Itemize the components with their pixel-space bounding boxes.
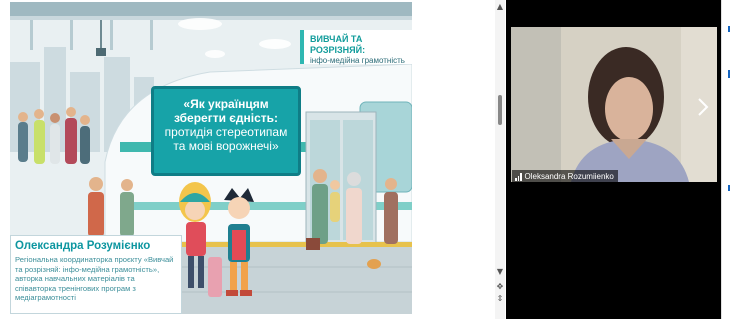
- shared-slide: ВИВЧАЙ ТА РОЗРІЗНЯЙ: інфо-медійна грамот…: [10, 2, 412, 314]
- title-line-1: «Як українцям: [183, 97, 269, 111]
- participant-name-tag: Oleksandra Rozumiienko: [512, 170, 618, 183]
- panel-splitter[interactable]: ▲ ▼ ✥ ⇕: [495, 0, 505, 319]
- scroll-up-icon[interactable]: ▲: [496, 3, 504, 11]
- project-badge: ВИВЧАЙ ТА РОЗРІЗНЯЙ: інфо-медійна грамот…: [300, 30, 412, 65]
- right-edge-panel: [721, 0, 730, 319]
- splitter-handle[interactable]: [498, 95, 502, 125]
- badge-title: ВИВЧАЙ ТА РОЗРІЗНЯЙ:: [310, 34, 366, 55]
- title-line-3: протидія стереотипам: [164, 125, 288, 139]
- speaker-role: Регіональна координаторка проєкту «Вивча…: [15, 255, 174, 303]
- slide-title-box: «Як українцям зберегти єдність: протидія…: [151, 86, 301, 176]
- title-line-2: зберегти єдність:: [173, 111, 279, 125]
- move-icon[interactable]: ✥: [496, 283, 504, 291]
- speaker-name: Олександра Розумієнко: [15, 240, 151, 252]
- scroll-down-icon[interactable]: ▼: [496, 268, 504, 276]
- title-line-4: та мові ворожнечі»: [173, 139, 279, 153]
- participant-name: Oleksandra Rozumiienko: [524, 172, 614, 181]
- badge-subtitle: інфо-медійна грамотність: [310, 56, 405, 65]
- speaker-caption: Олександра Розумієнко Регіональна коорди…: [10, 235, 182, 314]
- participant-video-frame: [511, 27, 717, 182]
- participant-video[interactable]: [511, 27, 717, 182]
- resize-icon[interactable]: ⇕: [496, 295, 504, 303]
- signal-strength-icon: [515, 172, 522, 181]
